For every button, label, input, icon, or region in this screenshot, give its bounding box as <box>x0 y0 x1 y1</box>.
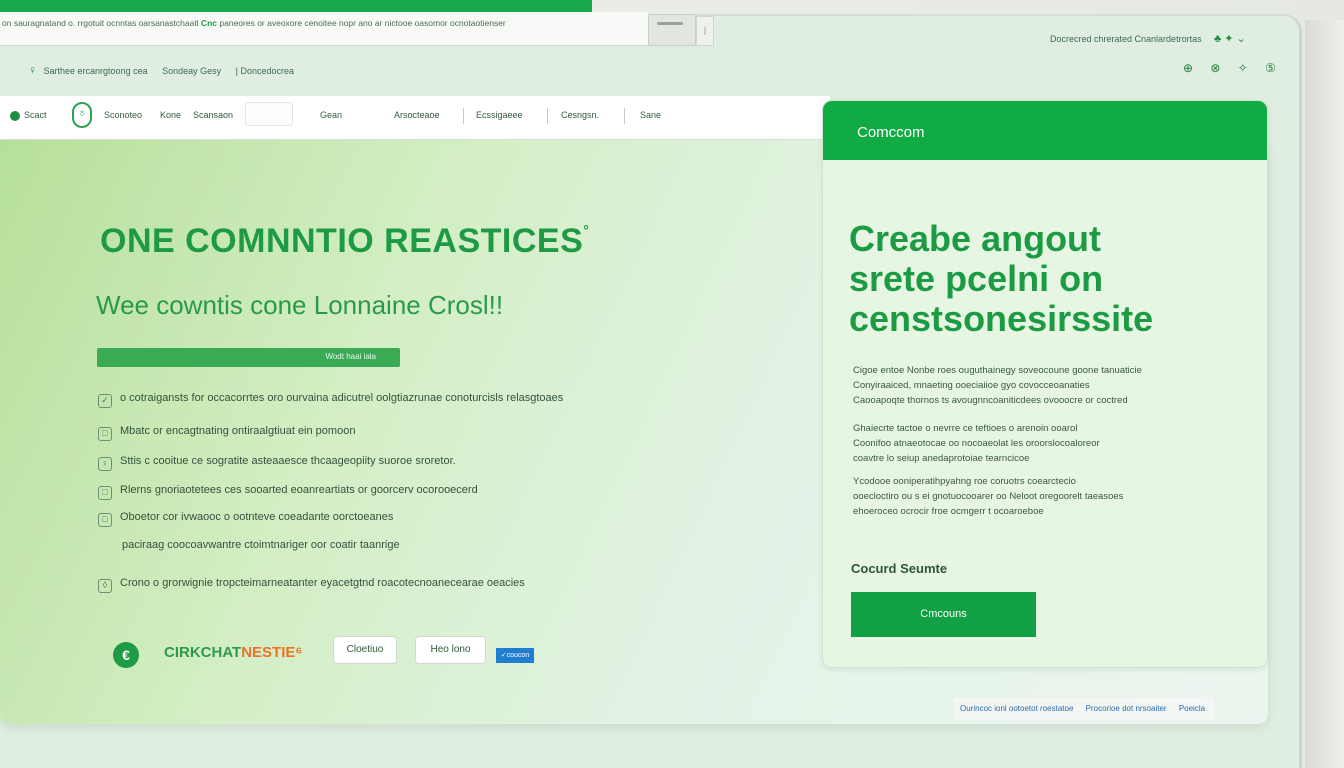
browser-tab-toggle[interactable]: | <box>696 16 714 46</box>
browser-top-accent <box>0 0 592 12</box>
card-line: Coonifoo atnaeotocae oo nocoaeolat les o… <box>853 438 1100 449</box>
feature-item-1: ✓ o cotraigansts for occacorrtes oro ourv… <box>98 392 563 408</box>
nav-home-dot-icon[interactable] <box>10 111 20 121</box>
nav-separator <box>624 108 625 124</box>
feature-text: Oboetor cor ivwaooc o ootnteve coeadante… <box>120 511 394 523</box>
address-tail: paneores or aveoxore cenoitee nopr ano a… <box>219 18 506 28</box>
address-bar[interactable]: on sauragnatand o. rrgotuit ocnntas oars… <box>0 12 648 46</box>
card-title: Creabe angout srete pcelni on censtsones… <box>849 219 1153 339</box>
feature-item-3: ♀ Sttis c cooitue ce sogratite asteaaesce… <box>98 455 456 471</box>
nav-separator <box>547 108 548 124</box>
card-line: Caooapoqte thornos ts avougnncoaniticdee… <box>853 395 1128 406</box>
menu-dash-icon <box>657 22 683 25</box>
browser-menu-button[interactable] <box>648 14 696 46</box>
feature-item-6: paciraag coocoavwantre ctoimtnariger oor… <box>122 539 400 551</box>
diamond-icon: ◊ <box>98 579 112 593</box>
hero-button-2[interactable]: Heo lono <box>415 636 486 664</box>
nav-item-1[interactable]: Scact <box>24 110 47 120</box>
subheader-link-2[interactable]: Sondeay Gesy <box>162 66 221 76</box>
brand-name: CIRKCHATNESTIE⁶ <box>164 644 302 661</box>
status-icons[interactable]: ⊕ ⊗ ✧ ⑤ <box>1183 61 1283 75</box>
brand-logo-icon: € <box>113 642 139 668</box>
card-header: Comccom <box>823 101 1267 160</box>
nav-item-8[interactable]: Cesngsn. <box>561 110 599 120</box>
feature-item-2: □ Mbatc or encagtnating ontiraalgtiuat ei… <box>98 425 355 441</box>
subheader: ♀ Sarthee ercanrgtoong cea Sondeay Gesy … <box>28 63 306 77</box>
top-right-links[interactable]: Docrecred chrerated Cnanlardetrortas <box>1050 34 1202 44</box>
checkbox-icon: □ <box>98 513 112 527</box>
brand-accent-text: NESTIE⁶ <box>241 644 303 661</box>
hero-title: ONE COMNNTIO REASTICES° <box>100 222 589 261</box>
subheader-link-3[interactable]: | Doncedocrea <box>236 66 294 76</box>
footer-link-1[interactable]: Ourincoc ionl ootoetot roestatoe <box>960 704 1073 713</box>
card-paragraph-1: Cigoe entoe Nonbe roes ouguthainegy sove… <box>853 363 1203 408</box>
nav-logo-icon[interactable]: ♁ <box>72 102 92 128</box>
feature-item-5: □ Oboetor cor ivwaooc o ootnteve coeadant… <box>98 511 393 527</box>
nav-item-2[interactable]: Sconoteo <box>104 110 142 120</box>
hero-title-text: ONE COMNNTIO REASTICES <box>100 222 584 260</box>
card-title-line-3: censtsonesirssite <box>849 298 1154 339</box>
nav-item-3[interactable]: Kone <box>160 110 181 120</box>
hero-progress-bar[interactable]: Wodt haai iala <box>97 348 400 367</box>
checkbox-icon: □ <box>98 427 112 441</box>
card-line: Cigoe entoe Nonbe roes ouguthainegy sove… <box>853 365 1142 376</box>
card-line: Conyiraaiced, mnaeting ooeciaiioe gyo co… <box>853 380 1090 391</box>
check-icon: ✓ <box>98 394 112 408</box>
location-pin-icon: ♀ <box>28 63 37 77</box>
nav-item-9[interactable]: Sane <box>640 110 661 120</box>
feature-text: paciraag coocoavwantre ctoimtnariger oor… <box>122 539 400 551</box>
feature-text: Crono o grorwignie tropcteimarneatanter … <box>120 577 525 589</box>
hero-button-1[interactable]: Cloetiuo <box>333 636 397 664</box>
feature-item-7: ◊ Crono o grorwignie tropcteimarneatanter… <box>98 577 525 593</box>
feature-text: Mbatc or encagtnating ontiraalgtiuat ein… <box>120 425 356 437</box>
feature-text: Sttis c cooitue ce sogratite asteaaesce … <box>120 455 456 467</box>
nav-item-7[interactable]: Ecssigaeee <box>476 110 523 120</box>
checkbox-icon: □ <box>98 486 112 500</box>
footer-link-3[interactable]: Poeicla <box>1179 704 1205 713</box>
footer-links: Ourincoc ionl ootoetot roestatoe Procori… <box>954 698 1214 720</box>
brand-name-text: CIRKCHAT <box>164 644 242 661</box>
hero-subtitle: Wee cowntis cone Lonnaine Crosl!! <box>96 290 504 320</box>
top-right-icons[interactable]: ♣ ✦ ⌄ <box>1214 32 1246 45</box>
nav-item-6[interactable]: Arsocteaoe <box>394 110 440 120</box>
card-line: ooecloctiro ou s ei gnotuocooarer oo Nel… <box>853 491 1124 502</box>
card-title-line-1: Creabe angout <box>849 218 1102 259</box>
card-paragraph-3: Ycodooe ooniperatihpyahng roe coruotrs c… <box>853 474 1203 519</box>
nav-item-4[interactable]: Scansaon <box>193 110 233 120</box>
card-line: Ycodooe ooniperatihpyahng roe coruotrs c… <box>853 476 1076 487</box>
card-cta-button[interactable]: Cmcouns <box>851 592 1036 637</box>
card-line: coavtre lo seiup anedaprotoiae tearncico… <box>853 453 1030 464</box>
nav-bar: Scact ♁ Sconoteo Kone Scansaon Gean Arso… <box>0 96 830 140</box>
nav-search-input[interactable] <box>245 102 293 126</box>
feature-text: o cotraigansts for occacorrtes oro ourva… <box>120 392 564 404</box>
card-line: ehoeroceo ocrocir froe ocmgerr t ocoaroe… <box>853 506 1044 517</box>
nav-separator <box>463 108 464 124</box>
backdrop-shadow <box>1305 20 1344 768</box>
nav-item-5[interactable]: Gean <box>320 110 342 120</box>
card-label: Cocurd Seumte <box>851 561 948 576</box>
hero-blue-button[interactable]: ✓coucon <box>496 648 534 663</box>
card-title-line-2: srete pcelni on <box>849 258 1104 299</box>
feature-item-4: □ Rlerns gnoriaotetees ces sooarted eoanr… <box>98 484 478 500</box>
signup-card: Comccom Creabe angout srete pcelni on ce… <box>822 100 1268 668</box>
hero-title-mark: ° <box>583 222 590 238</box>
card-paragraph-2: Ghaiecrte tactoe o nevrre ce teftioes o … <box>853 421 1203 466</box>
address-text: on sauragnatand o. rrgotuit ocnntas oars… <box>2 18 199 28</box>
feature-text: Rlerns gnoriaotetees ces sooarted eoanre… <box>120 484 478 496</box>
subheader-link-1[interactable]: Sarthee ercanrgtoong cea <box>44 66 148 76</box>
card-line: Ghaiecrte tactoe o nevrre ce teftioes o … <box>853 423 1078 434</box>
address-highlight: Cnc <box>200 18 218 28</box>
footer-link-2[interactable]: Procorioe dot nrsoaiter <box>1086 704 1167 713</box>
pin-icon: ♀ <box>98 457 112 471</box>
